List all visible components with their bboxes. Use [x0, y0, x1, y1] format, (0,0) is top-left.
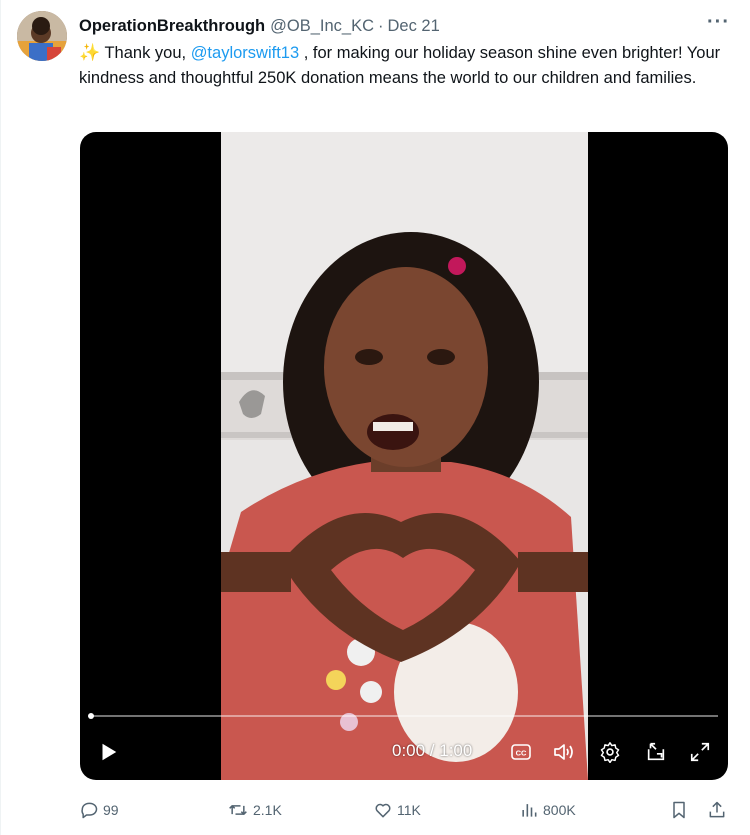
- separator: ·: [377, 16, 384, 35]
- share-icon: [709, 801, 725, 818]
- video-controls: 0:00 / 1:00 CC: [80, 732, 728, 772]
- like-count: 11K: [397, 802, 421, 818]
- reply-button[interactable]: 99: [79, 795, 119, 825]
- tweet-text-part1: Thank you,: [100, 44, 191, 62]
- display-name[interactable]: OperationBreakthrough: [79, 17, 265, 36]
- play-icon[interactable]: [90, 732, 126, 772]
- reply-icon: [81, 802, 98, 819]
- settings-icon[interactable]: [594, 732, 626, 772]
- mention-link[interactable]: @taylorswift13: [191, 44, 299, 62]
- repost-count: 2.1K: [253, 802, 282, 818]
- tweet[interactable]: OperationBreakthrough @OB_Inc_KC · Dec 2…: [0, 0, 750, 835]
- fullscreen-icon[interactable]: [684, 732, 716, 772]
- tweet-text: ✨ Thank you, @taylorswift13 , for making…: [79, 41, 729, 90]
- repost-button[interactable]: 2.1K: [227, 795, 282, 825]
- video-player[interactable]: 0:00 / 1:00 CC: [80, 132, 728, 780]
- video-time: 0:00 / 1:00: [392, 741, 473, 760]
- video-thumbnail: [221, 132, 588, 780]
- bookmark-button[interactable]: [669, 795, 689, 825]
- like-button[interactable]: 11K: [373, 795, 421, 825]
- user-handle[interactable]: @OB_Inc_KC: [270, 17, 374, 36]
- bookmark-icon: [673, 801, 685, 819]
- tweet-header: OperationBreakthrough @OB_Inc_KC · Dec 2…: [79, 11, 730, 39]
- avatar[interactable]: [17, 11, 67, 61]
- like-icon: [375, 803, 391, 818]
- views-icon: [522, 804, 537, 817]
- sparkles-icon: ✨: [79, 43, 101, 62]
- pop-out-icon[interactable]: [640, 732, 672, 772]
- view-count: 800K: [543, 802, 576, 818]
- video-frame: [221, 132, 588, 780]
- action-bar: 99 2.1K 11K 800K: [79, 795, 734, 825]
- captions-icon[interactable]: CC: [508, 732, 534, 772]
- volume-icon[interactable]: [548, 732, 580, 772]
- share-button[interactable]: [707, 795, 727, 825]
- video-progress-handle[interactable]: [88, 713, 94, 719]
- more-options-icon[interactable]: ···: [707, 11, 730, 34]
- views-button[interactable]: 800K: [519, 795, 576, 825]
- reply-count: 99: [103, 802, 119, 818]
- post-date[interactable]: Dec 21: [387, 17, 439, 36]
- video-progress-bar[interactable]: [88, 713, 718, 719]
- repost-icon: [229, 805, 247, 815]
- svg-text:CC: CC: [516, 749, 527, 758]
